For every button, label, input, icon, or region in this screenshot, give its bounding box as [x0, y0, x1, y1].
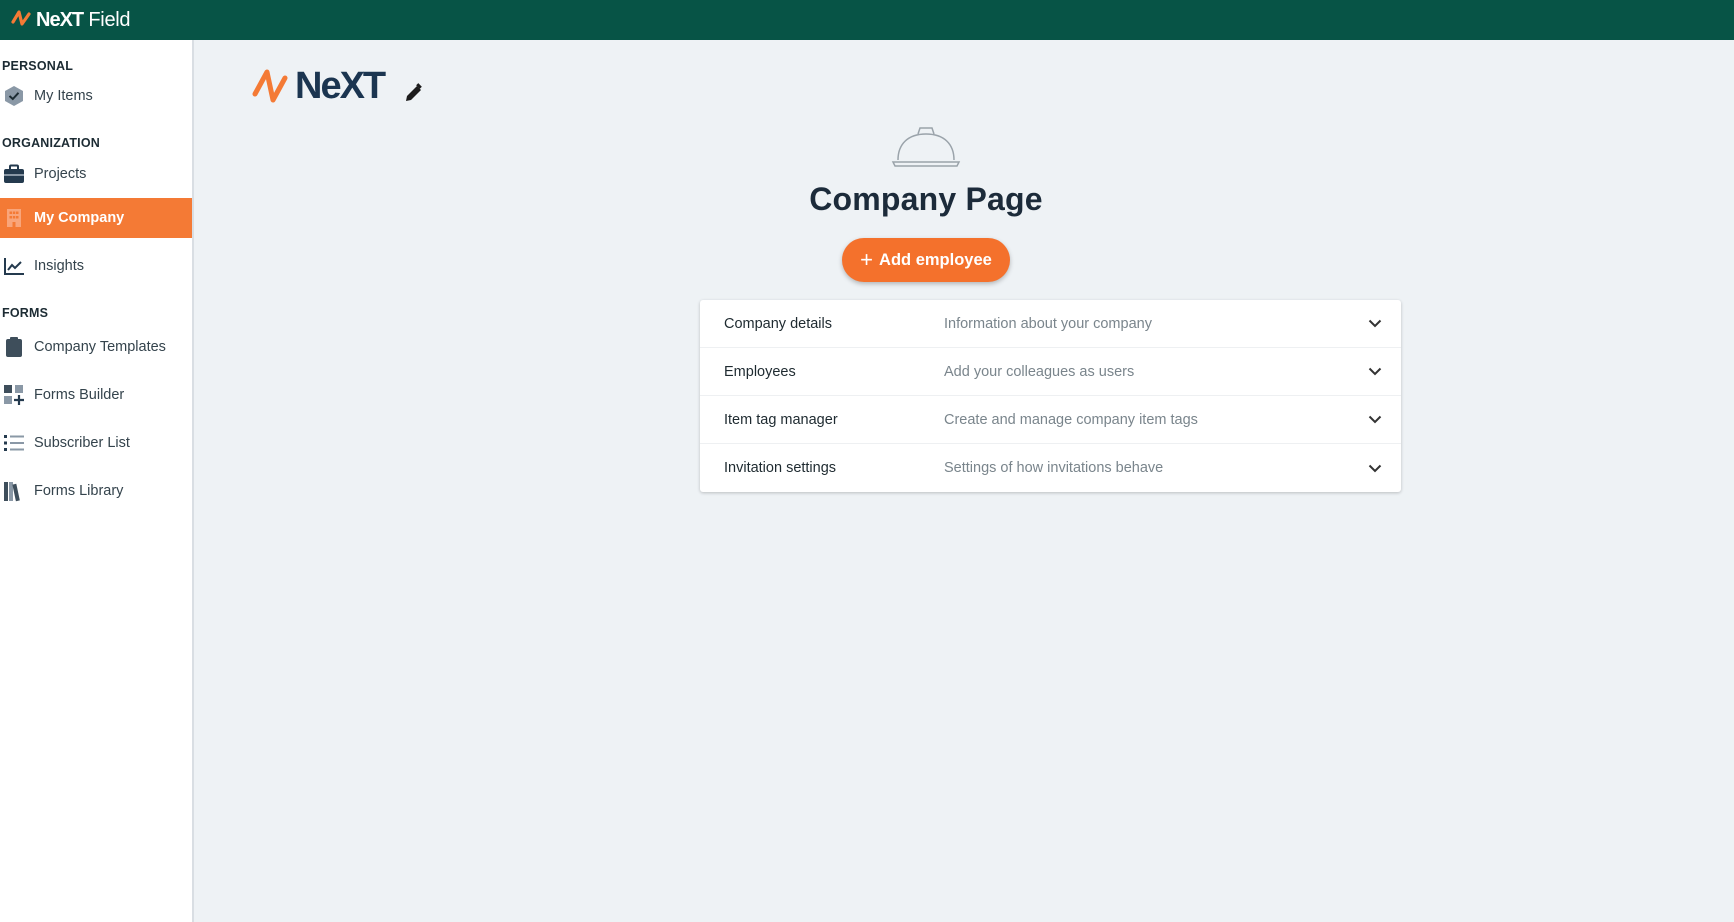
company-settings-panel: Company details Information about your c… [700, 300, 1401, 492]
chevron-down-icon[interactable] [1363, 456, 1387, 480]
panel-row-company-details[interactable]: Company details Information about your c… [700, 300, 1401, 348]
sidebar-section-personal: PERSONAL [2, 59, 74, 73]
trending-chart-icon [3, 255, 25, 277]
chevron-down-icon[interactable] [1363, 360, 1387, 384]
add-employee-button[interactable]: + Add employee [842, 238, 1010, 282]
sidebar-item-label: Company Templates [34, 339, 166, 355]
sidebar-item-label: Subscriber List [34, 435, 130, 451]
building-icon [3, 207, 25, 229]
sidebar: PERSONAL My Items ORGANIZATION Projects … [0, 40, 194, 922]
row-description: Settings of how invitations behave [944, 460, 1164, 476]
sidebar-item-forms-builder[interactable]: Forms Builder [0, 375, 192, 415]
company-logo-mark-icon [252, 69, 288, 103]
briefcase-icon [3, 163, 25, 185]
app-brand[interactable]: NeXT Field [36, 9, 131, 32]
pencil-icon [406, 83, 422, 101]
sidebar-item-my-company[interactable]: My Company [0, 198, 192, 238]
row-name: Item tag manager [724, 411, 838, 428]
top-bar: NeXT Field [0, 0, 1734, 40]
row-description: Add your colleagues as users [944, 363, 1135, 380]
edit-logo-button[interactable] [402, 81, 426, 105]
chevron-down-icon[interactable] [1363, 312, 1387, 336]
page-title: Company Page [809, 181, 1043, 217]
sidebar-section-organization: ORGANIZATION [2, 136, 100, 150]
chevron-down-icon[interactable] [1363, 408, 1387, 432]
sidebar-item-label: Insights [34, 258, 84, 274]
sidebar-item-projects[interactable]: Projects [0, 154, 192, 194]
company-logo-text: NeXT [295, 64, 386, 107]
main-content: NeXT Company Page + Add employee Company… [196, 40, 1734, 922]
page-header: Company Page + Add employee [196, 124, 1656, 282]
sidebar-item-label: Projects [34, 166, 87, 182]
company-logo-row: NeXT [251, 64, 426, 108]
sidebar-item-label: My Items [34, 88, 93, 104]
plus-icon: + [860, 247, 874, 272]
sidebar-item-my-items[interactable]: My Items [0, 76, 192, 116]
row-name: Company details [724, 315, 832, 332]
sidebar-item-label: Forms Library [34, 483, 124, 499]
nextfield-logo-icon[interactable] [10, 8, 32, 32]
panel-row-invitation-settings[interactable]: Invitation settings Settings of how invi… [700, 444, 1401, 492]
list-icon [3, 432, 25, 454]
row-name: Invitation settings [724, 460, 837, 476]
row-name: Employees [724, 363, 796, 380]
sidebar-item-company-templates[interactable]: Company Templates [0, 327, 192, 367]
row-description: Information about your company [944, 315, 1152, 332]
grid-add-icon [3, 384, 25, 406]
books-icon [3, 480, 25, 502]
panel-row-employees[interactable]: Employees Add your colleagues as users [700, 348, 1401, 396]
sidebar-item-label: Forms Builder [34, 387, 125, 403]
add-employee-label: Add employee [879, 250, 992, 269]
row-description: Create and manage company item tags [944, 411, 1198, 428]
sidebar-item-label: My Company [34, 210, 125, 226]
sidebar-section-forms: FORMS [2, 306, 49, 320]
panel-row-item-tag-manager[interactable]: Item tag manager Create and manage compa… [700, 396, 1401, 444]
check-hexagon-icon [3, 85, 25, 107]
sidebar-item-insights[interactable]: Insights [0, 246, 192, 286]
clipboard-icon [3, 336, 25, 358]
sidebar-item-subscriber-list[interactable]: Subscriber List [0, 423, 192, 463]
sidebar-item-forms-library[interactable]: Forms Library [0, 471, 192, 511]
hard-hat-icon [891, 127, 961, 167]
